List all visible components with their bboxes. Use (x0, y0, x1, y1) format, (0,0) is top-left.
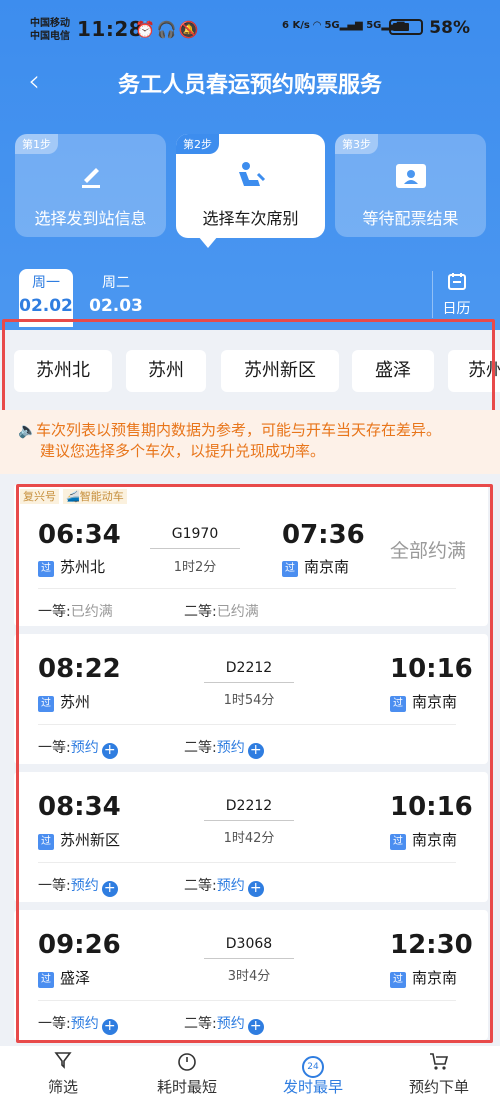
step-1[interactable]: 第1步 选择发到站信息 (15, 134, 166, 237)
highlight-box (16, 484, 493, 1043)
headphone-icon: 🎧 (156, 20, 179, 39)
clock-24-badge: 24 (302, 1056, 324, 1078)
date-weekday: 周一 (32, 275, 60, 291)
step-3[interactable]: 第3步 等待配票结果 (335, 134, 486, 237)
battery-percent: 58% (429, 18, 470, 38)
carrier-2: 中国电信 (30, 31, 70, 42)
filter-icon (8, 1050, 118, 1076)
tab-label: 筛选 (47, 1078, 78, 1096)
pen-icon (15, 160, 166, 197)
notice-line-2: 建议您选择多个车次，以提升兑现成功率。 (40, 442, 326, 460)
speed-text: 6 K/s (282, 20, 310, 31)
step-tag: 第1步 (15, 134, 58, 154)
carrier-info: 中国移动 中国电信 (30, 17, 70, 43)
battery-icon (389, 19, 424, 35)
cart-icon (384, 1050, 494, 1076)
calendar-icon (433, 271, 480, 296)
carrier-1: 中国移动 (30, 18, 70, 29)
notice-line-1: 车次列表以预售期内数据为参考，可能与开车当天存在差异。 (36, 421, 442, 439)
tab-label: 预约下单 (408, 1078, 469, 1096)
calendar-label: 日历 (442, 301, 471, 317)
tab-label: 发时最早 (282, 1078, 343, 1096)
status-icons: ⏰🎧🔕 (135, 20, 201, 39)
notice-banner: 🔈车次列表以预售期内数据为参考，可能与开车当天存在差异。 建议您选择多个车次，以… (0, 410, 500, 474)
step-pointer (198, 236, 218, 248)
battery-status: 58% (389, 18, 470, 38)
status-time: 11:28 (77, 17, 144, 41)
date-value: 02.02 (19, 296, 73, 316)
page-title: 务工人员春运预约购票服务 (117, 73, 382, 98)
tab-earliest[interactable]: 24 发时最早 (258, 1050, 368, 1097)
tab-order[interactable]: 预约下单 (384, 1050, 494, 1097)
step-label: 选择车次席别 (202, 209, 299, 228)
tab-filter[interactable]: 筛选 (8, 1050, 118, 1097)
tab-shortest[interactable]: 耗时最短 (132, 1050, 242, 1097)
nav-bar: ‹ 务工人员春运预约购票服务 (0, 62, 500, 106)
date-selector: 周一 02.02 周二 02.03 日历 (0, 263, 500, 327)
step-tag: 第3步 (335, 134, 378, 154)
highlight-box (2, 319, 495, 413)
status-bar: 中国移动 中国电信 11:28 ⏰🎧🔕 6 K/s ◠ 5G▂▄▆ 5G▂▄▆ … (0, 0, 500, 62)
step-2[interactable]: 第2步 选择车次席别 (176, 134, 325, 248)
net-2: 5G (366, 20, 382, 31)
seat-icon (176, 160, 325, 199)
ticket-icon (335, 160, 486, 199)
alarm-icon: ⏰ (135, 20, 157, 39)
date-weekday: 周二 (102, 275, 130, 291)
timer-icon (132, 1050, 242, 1076)
wifi-icon: ◠ (313, 20, 325, 31)
tab-label: 耗时最短 (156, 1078, 217, 1096)
date-value: 02.03 (89, 296, 143, 316)
step-label: 选择发到站信息 (34, 209, 147, 228)
clock-24-icon: 24 (258, 1050, 368, 1078)
step-tag: 第2步 (176, 134, 219, 154)
bottom-toolbar: 筛选 耗时最短 24 发时最早 预约下单 (0, 1046, 500, 1105)
signal-icon: ▂▄▆ (339, 20, 363, 31)
speaker-icon: 🔈 (18, 421, 37, 439)
network-status: 6 K/s ◠ 5G▂▄▆ 5G▂▄▆ (282, 20, 404, 31)
step-label: 等待配票结果 (362, 209, 459, 228)
calendar-button[interactable]: 日历 (432, 271, 480, 318)
net-1: 5G (324, 20, 340, 31)
mute-icon: 🔕 (178, 20, 201, 39)
